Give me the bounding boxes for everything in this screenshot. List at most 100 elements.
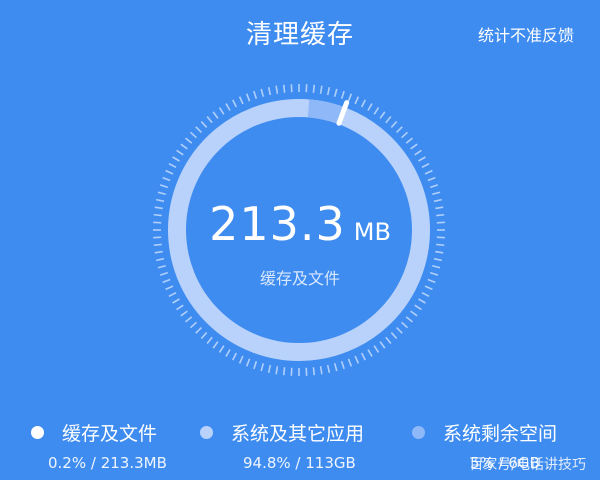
gauge-tick bbox=[385, 116, 392, 124]
cache-size-unit: MB bbox=[353, 218, 391, 246]
gauge-tick bbox=[238, 355, 244, 364]
gauge-tick bbox=[232, 99, 238, 108]
gauge-tick bbox=[373, 345, 380, 353]
gauge-tick bbox=[390, 332, 398, 340]
gauge-tick bbox=[165, 169, 174, 175]
gauge-tick bbox=[319, 366, 323, 375]
gauge-tick bbox=[267, 87, 272, 96]
legend-stat-cache: 0.2% / 213.3MB bbox=[48, 454, 167, 472]
gauge-tick bbox=[379, 341, 386, 349]
gauge-tick bbox=[157, 191, 166, 196]
legend-label-cache: 缓存及文件 bbox=[62, 422, 158, 445]
gauge-tick bbox=[185, 137, 193, 144]
gauge-tick bbox=[410, 310, 418, 317]
gauge-tick bbox=[172, 298, 180, 304]
gauge-tick bbox=[367, 103, 373, 111]
gauge-tick bbox=[421, 291, 430, 297]
gauge-tick bbox=[333, 88, 338, 97]
gauge-tick bbox=[405, 316, 413, 323]
gauge-tick bbox=[319, 85, 323, 94]
gauge-tick bbox=[156, 257, 165, 262]
gauge-tick bbox=[414, 304, 422, 311]
gauge-tick bbox=[275, 85, 279, 94]
gauge-tick bbox=[429, 184, 439, 189]
gauge-tick bbox=[212, 111, 219, 119]
gauge-tick bbox=[212, 341, 219, 349]
gauge-tick bbox=[180, 310, 188, 317]
watermark: 百家号/电话讲技巧 bbox=[469, 457, 586, 473]
gauge-tick bbox=[312, 367, 316, 376]
gauge-tick bbox=[172, 156, 180, 162]
gauge-tick bbox=[245, 93, 251, 102]
gauge-tick bbox=[427, 176, 436, 182]
gauge-tick bbox=[347, 93, 353, 102]
gauge-tick bbox=[154, 250, 163, 254]
gauge-tick bbox=[238, 96, 244, 105]
gauge-tick bbox=[360, 352, 366, 361]
gauge-tick bbox=[347, 358, 353, 367]
gauge-tick bbox=[340, 360, 345, 370]
storage-gauge: 213.3 MB 缓存及文件 bbox=[0, 0, 600, 400]
gauge-tick bbox=[418, 298, 426, 304]
gauge-tick bbox=[421, 163, 430, 169]
gauge-tick bbox=[189, 321, 197, 329]
gauge-tick bbox=[401, 321, 409, 329]
gauge-tick bbox=[162, 176, 171, 182]
gauge-tick bbox=[373, 107, 380, 115]
gauge-tick bbox=[232, 352, 238, 361]
gauge-tick bbox=[185, 316, 193, 323]
gauge-tick bbox=[390, 120, 398, 128]
gauge-tick bbox=[195, 327, 202, 334]
gauge-tick bbox=[282, 367, 286, 376]
gauge-tick bbox=[189, 131, 197, 139]
gauge-tick bbox=[326, 364, 331, 373]
gauge-tick bbox=[333, 363, 338, 372]
gauge-tick bbox=[225, 103, 231, 111]
gauge-tick bbox=[180, 143, 188, 150]
gauge-tick bbox=[312, 84, 316, 93]
gauge-tick bbox=[168, 291, 177, 297]
gauge-tick bbox=[340, 90, 345, 100]
gauge-tick bbox=[260, 363, 265, 372]
gauge-tick bbox=[433, 257, 442, 262]
legend-dot-free-space bbox=[412, 425, 425, 439]
gauge-tick bbox=[253, 360, 258, 370]
gauge-tick bbox=[410, 143, 418, 150]
gauge-tick bbox=[396, 327, 403, 334]
gauge-tick bbox=[360, 99, 366, 108]
gauge-tick bbox=[176, 149, 184, 156]
legend-stat-system-apps: 94.8% / 113GB bbox=[243, 454, 356, 472]
gauge-tick bbox=[432, 191, 441, 196]
gauge-caption: 缓存及文件 bbox=[259, 269, 340, 288]
ring-used-segment bbox=[307, 99, 345, 125]
gauge-tick bbox=[200, 120, 208, 128]
gauge-tick bbox=[275, 366, 279, 375]
gauge-tick bbox=[195, 126, 202, 133]
gauge-tick bbox=[326, 87, 331, 96]
gauge-tick bbox=[405, 137, 413, 144]
gauge-tick bbox=[159, 184, 169, 189]
gauge-tick bbox=[418, 156, 426, 162]
cache-size: 213.3 MB bbox=[0, 197, 600, 251]
gauge-tick bbox=[206, 116, 213, 124]
gauge-tick bbox=[396, 126, 403, 133]
gauge-tick bbox=[200, 332, 208, 340]
gauge-tick bbox=[206, 336, 213, 344]
gauge-tick bbox=[253, 90, 258, 100]
gauge-tick bbox=[354, 96, 360, 105]
legend-label-free-space: 系统剩余空间 bbox=[443, 422, 558, 445]
gauge-tick bbox=[245, 358, 251, 367]
gauge-tick bbox=[218, 107, 225, 115]
gauge-tick bbox=[435, 250, 444, 254]
gauge-tick bbox=[260, 88, 265, 97]
gauge-tick bbox=[367, 349, 373, 357]
legend-dot-system-apps bbox=[200, 425, 213, 439]
gauge-tick bbox=[401, 131, 409, 139]
gauge-tick bbox=[168, 163, 177, 169]
gauge-tick bbox=[267, 364, 272, 373]
gauge-tick bbox=[225, 349, 231, 357]
gauge-tick bbox=[379, 111, 386, 119]
cache-size-value: 213.3 bbox=[209, 197, 346, 251]
gauge-tick bbox=[176, 304, 184, 311]
legend-label-system-apps: 系统及其它应用 bbox=[231, 422, 365, 445]
